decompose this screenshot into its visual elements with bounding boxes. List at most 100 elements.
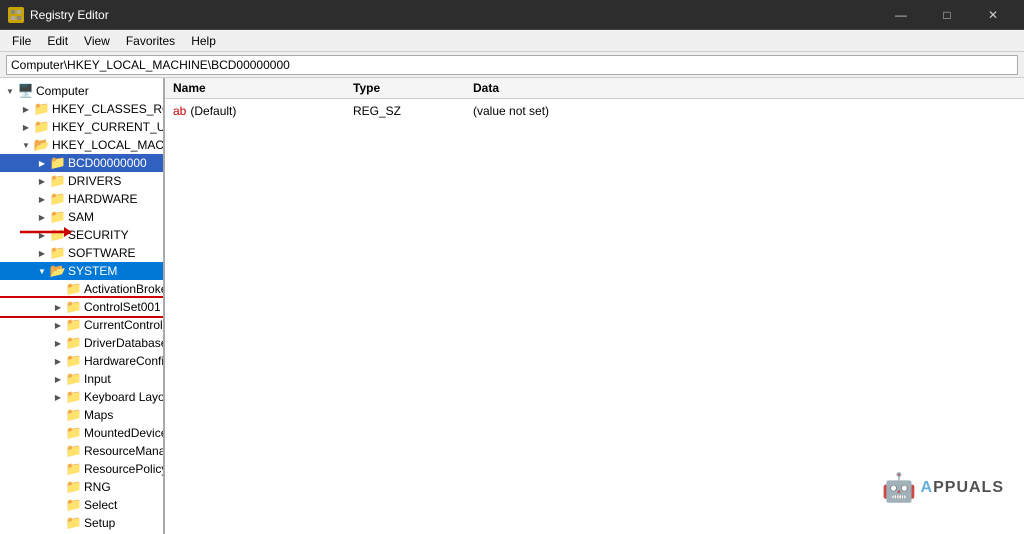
col-data: Data [473, 81, 1016, 95]
tree-label-driverdb: DriverDatabase [82, 336, 165, 350]
registry-row-default[interactable]: ab (Default) REG_SZ (value not set) [165, 101, 1024, 121]
folder-icon-hkcu: 📁 [34, 120, 50, 134]
close-button[interactable]: ✕ [970, 0, 1016, 30]
tree-item-curcs[interactable]: 📁 CurrentControlSet [0, 316, 163, 334]
tree-label-kblayout: Keyboard Layout [82, 390, 165, 404]
title-bar-left: Registry Editor [8, 7, 109, 23]
watermark: 🤖 APPUALS [882, 471, 1004, 504]
tree-item-hardware[interactable]: 📁 HARDWARE [0, 190, 163, 208]
tree-item-cs001[interactable]: 📁 ControlSet001 [0, 298, 163, 316]
tree-label-mntdevices: MountedDevices [82, 426, 165, 440]
expander-input[interactable] [50, 370, 66, 388]
menu-favorites[interactable]: Favorites [118, 30, 183, 52]
reg-name-default: ab (Default) [173, 104, 353, 118]
tree-label-hklm: HKEY_LOCAL_MACHINE [50, 138, 165, 152]
expander-drivers[interactable] [34, 172, 50, 190]
tree-item-drivers[interactable]: 📁 DRIVERS [0, 172, 163, 190]
address-input[interactable] [6, 55, 1018, 75]
expander-software[interactable] [34, 244, 50, 262]
folder-icon-hwconfig: 📁 [66, 354, 82, 368]
tree-item-actbroker[interactable]: 📁 ActivationBroker [0, 280, 163, 298]
expander-kblayout[interactable] [50, 388, 66, 406]
app-icon [8, 7, 24, 23]
folder-icon-input: 📁 [66, 372, 82, 386]
main-content: 🖥️ Computer 📁 HKEY_CLASSES_ROOT 📁 HKEY_C… [0, 78, 1024, 534]
folder-icon-sam: 📁 [50, 210, 66, 224]
expander-curcs[interactable] [50, 316, 66, 334]
folder-icon-mntdevices: 📁 [66, 426, 82, 440]
tree-item-bcd[interactable]: 📁 BCD00000000 [0, 154, 163, 172]
expander-bcd[interactable] [34, 154, 50, 172]
watermark-text: APPUALS [921, 479, 1004, 497]
expander-driverdb[interactable] [50, 334, 66, 352]
tree-label-resmgr: ResourceManager [82, 444, 165, 458]
menu-file[interactable]: File [4, 30, 39, 52]
expander-hkcr[interactable] [18, 100, 34, 118]
folder-icon-resmgr: 📁 [66, 444, 82, 458]
tree-item-maps[interactable]: 📁 Maps [0, 406, 163, 424]
window-title: Registry Editor [30, 8, 109, 22]
expander-hklm[interactable] [18, 136, 34, 154]
expander-hwconfig[interactable] [50, 352, 66, 370]
expander-security[interactable] [34, 226, 50, 244]
tree-label-maps: Maps [82, 408, 113, 422]
tree-item-hkcu[interactable]: 📁 HKEY_CURRENT_USER [0, 118, 163, 136]
tree-item-hklm[interactable]: 📂 HKEY_LOCAL_MACHINE [0, 136, 163, 154]
tree-label-hardware: HARDWARE [66, 192, 138, 206]
tree-item-select[interactable]: 📁 Select [0, 496, 163, 514]
tree-label-sam: SAM [66, 210, 94, 224]
tree-item-kblayout[interactable]: 📁 Keyboard Layout [0, 388, 163, 406]
folder-icon-system: 📂 [50, 264, 66, 278]
expander-hardware[interactable] [34, 190, 50, 208]
tree-item-software[interactable]: 📁 SOFTWARE [0, 244, 163, 262]
folder-icon-rng: 📁 [66, 480, 82, 494]
folder-icon-hardware: 📁 [50, 192, 66, 206]
tree-item-resmgr[interactable]: 📁 ResourceManager [0, 442, 163, 460]
expander-system[interactable] [34, 262, 50, 280]
tree-item-rng[interactable]: 📁 RNG [0, 478, 163, 496]
tree-item-hkcr[interactable]: 📁 HKEY_CLASSES_ROOT [0, 100, 163, 118]
tree-item-security[interactable]: 📁 SECURITY [0, 226, 163, 244]
tree-label-system: SYSTEM [66, 264, 117, 278]
maximize-button[interactable]: □ [924, 0, 970, 30]
tree-label-hkcr: HKEY_CLASSES_ROOT [50, 102, 165, 116]
folder-icon-select: 📁 [66, 498, 82, 512]
tree-label-actbroker: ActivationBroker [82, 282, 165, 296]
tree-item-setup[interactable]: 📁 Setup [0, 514, 163, 532]
menu-help[interactable]: Help [183, 30, 224, 52]
reg-name-label: (Default) [190, 104, 236, 118]
tree-label-hkcu: HKEY_CURRENT_USER [50, 120, 165, 134]
tree-label-drivers: DRIVERS [66, 174, 121, 188]
title-bar: Registry Editor — □ ✕ [0, 0, 1024, 30]
expander-computer[interactable] [2, 82, 18, 100]
folder-icon-bcd: 📁 [50, 156, 66, 170]
reg-ab-icon: ab [173, 104, 186, 118]
folder-icon-security: 📁 [50, 228, 66, 242]
expander-hkcu[interactable] [18, 118, 34, 136]
minimize-button[interactable]: — [878, 0, 924, 30]
tree-item-respol[interactable]: 📁 ResourcePolicyStore [0, 460, 163, 478]
expander-cs001[interactable] [50, 298, 66, 316]
tree-item-driverdb[interactable]: 📁 DriverDatabase [0, 334, 163, 352]
tree-item-mntdevices[interactable]: 📁 MountedDevices [0, 424, 163, 442]
tree-label-respol: ResourcePolicyStore [82, 462, 165, 476]
tree-item-sam[interactable]: 📁 SAM [0, 208, 163, 226]
reg-type-default: REG_SZ [353, 104, 473, 118]
right-panel: Name Type Data ab (Default) REG_SZ (valu… [165, 78, 1024, 534]
expander-sam[interactable] [34, 208, 50, 226]
col-name: Name [173, 81, 353, 95]
tree-label-curcs: CurrentControlSet [82, 318, 165, 332]
menu-view[interactable]: View [76, 30, 118, 52]
folder-icon-kblayout: 📁 [66, 390, 82, 404]
tree-label-computer: Computer [34, 84, 89, 98]
right-content: ab (Default) REG_SZ (value not set) [165, 99, 1024, 534]
tree-item-computer[interactable]: 🖥️ Computer [0, 82, 163, 100]
watermark-a: A [921, 479, 934, 496]
folder-icon-actbroker: 📁 [66, 282, 82, 296]
tree-item-system[interactable]: 📂 SYSTEM [0, 262, 163, 280]
tree-item-input[interactable]: 📁 Input [0, 370, 163, 388]
menu-bar: File Edit View Favorites Help [0, 30, 1024, 52]
right-panel-header: Name Type Data [165, 78, 1024, 99]
tree-item-hwconfig[interactable]: 📁 HardwareConfig [0, 352, 163, 370]
menu-edit[interactable]: Edit [39, 30, 76, 52]
